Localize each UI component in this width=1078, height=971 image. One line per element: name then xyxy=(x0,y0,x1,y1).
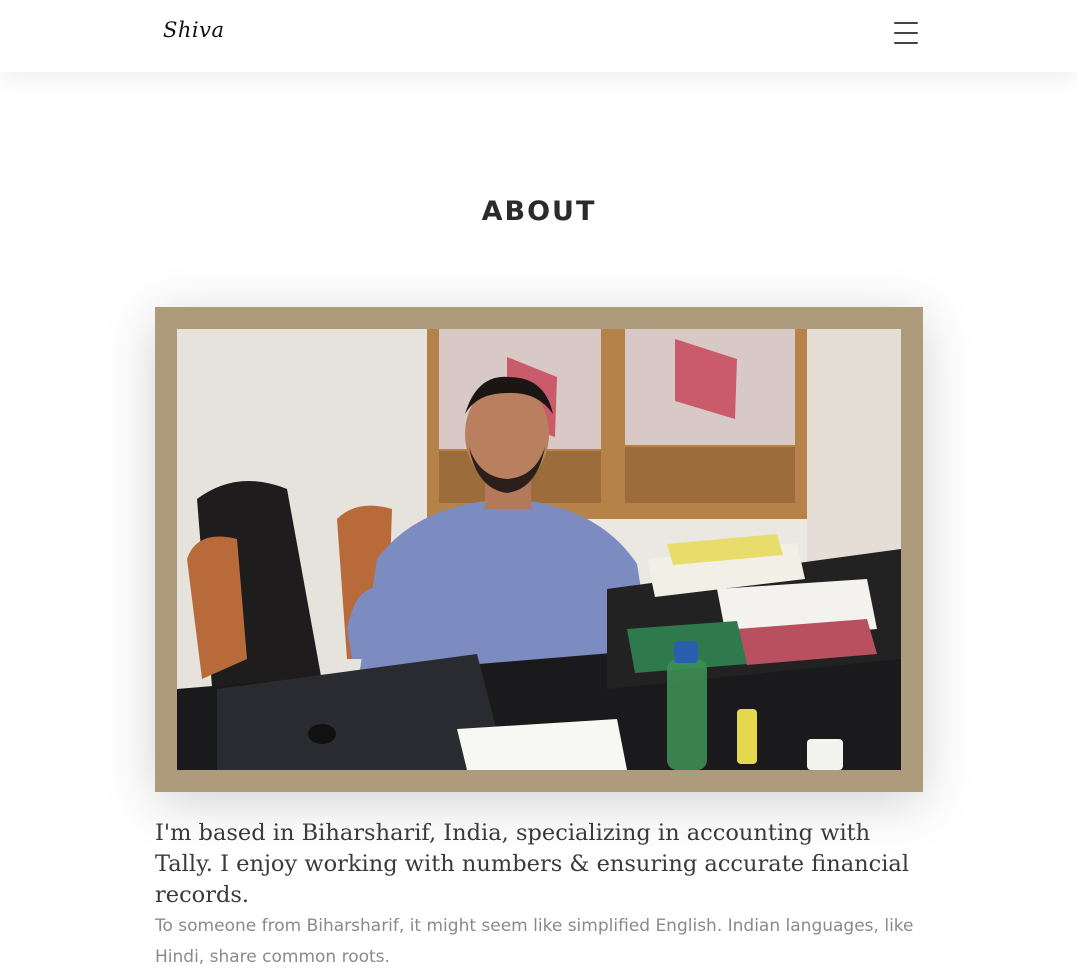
about-lead-text: I'm based in Biharsharif, India, special… xyxy=(155,820,910,908)
menu-bar-top xyxy=(894,22,918,24)
portrait-photo xyxy=(177,329,901,770)
section-title: ABOUT xyxy=(481,196,597,227)
photo-frame xyxy=(155,307,923,792)
about-body-text: To someone from Biharsharif, it might se… xyxy=(155,916,914,967)
site-logo[interactable]: Shiva xyxy=(163,18,225,42)
menu-bar-middle xyxy=(894,32,918,34)
navbar: Shiva xyxy=(0,0,1078,72)
hamburger-menu-icon[interactable] xyxy=(894,22,918,44)
menu-bar-bottom xyxy=(894,42,918,44)
